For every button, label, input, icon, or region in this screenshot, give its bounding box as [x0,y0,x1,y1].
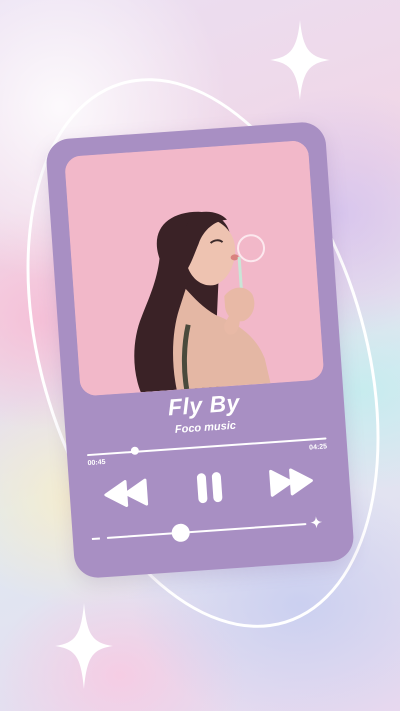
plus-icon[interactable] [310,516,323,529]
volume-thumb[interactable] [171,523,191,543]
fast-forward-icon[interactable] [268,462,314,501]
volume-slider[interactable] [106,523,307,539]
minus-icon[interactable] [91,532,102,545]
sparkle-icon [270,20,330,100]
player-card: Fly By Foco music 00:45 04:25 [44,120,356,580]
playback-controls [69,460,351,515]
album-art [64,139,325,397]
progress-thumb[interactable] [130,446,140,456]
rewind-icon[interactable] [103,474,149,513]
album-art-illustration [64,139,325,397]
total-duration: 04:25 [308,443,328,452]
sparkle-icon [55,603,113,689]
pause-icon[interactable] [192,469,226,507]
progress-bar[interactable] [86,437,327,457]
elapsed-time: 00:45 [87,458,106,468]
